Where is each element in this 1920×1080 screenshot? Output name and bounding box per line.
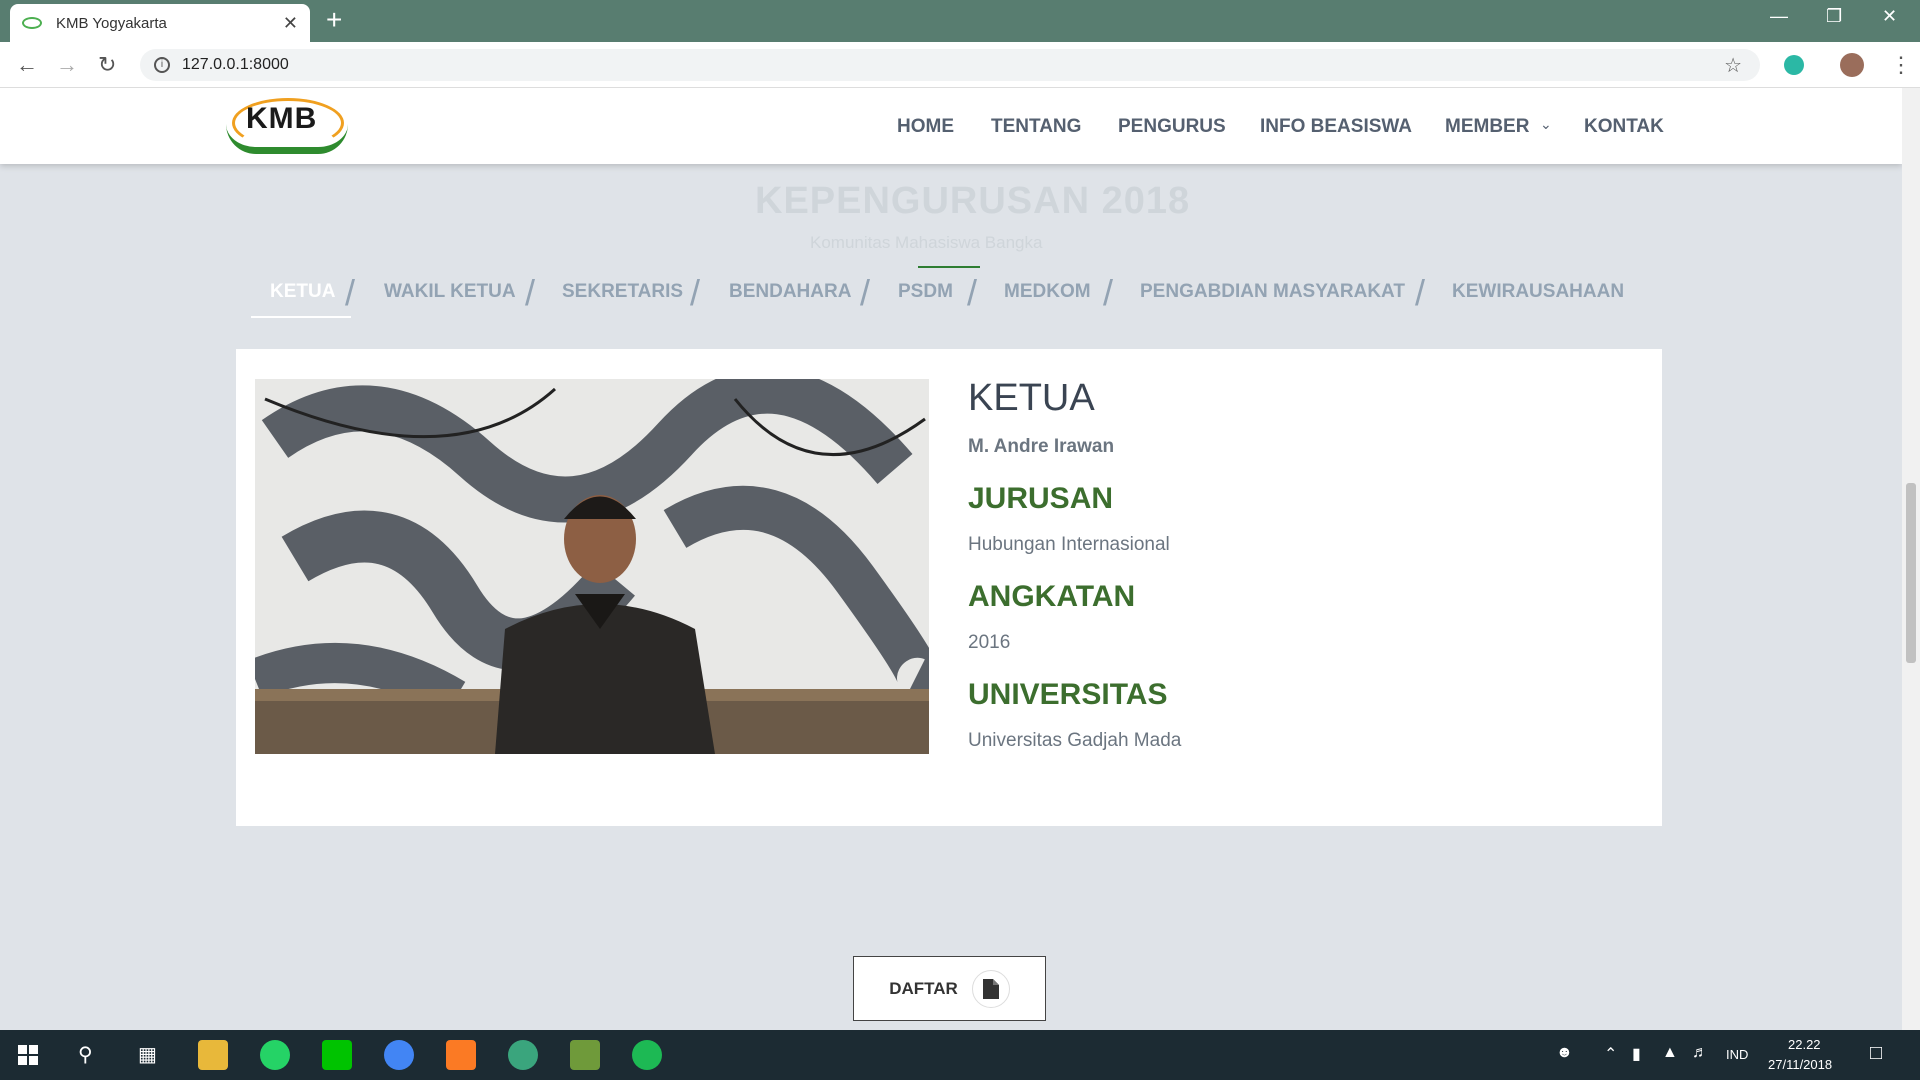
windows-taskbar: ⚲ ▦ ☻ ⌃ ▮ ▲ ♬ IND 22.22 27/11/2018 □: [0, 1030, 1920, 1080]
favicon-icon: [22, 17, 42, 29]
scrollbar-thumb[interactable]: [1906, 483, 1916, 663]
site-info-icon[interactable]: i: [154, 57, 170, 73]
chrome-icon[interactable]: [384, 1040, 414, 1070]
tab-title: KMB Yogyakarta: [56, 14, 167, 32]
tab-separator: /: [345, 272, 356, 313]
clock-time[interactable]: 22.22: [1788, 1037, 1821, 1052]
reload-icon[interactable]: ↻: [98, 52, 116, 78]
logo-text: KMB: [246, 102, 318, 135]
minimize-icon[interactable]: —: [1770, 6, 1788, 27]
whatsapp-icon[interactable]: [260, 1040, 290, 1070]
browser-tab[interactable]: KMB Yogyakarta ✕: [10, 4, 310, 42]
extension-icon[interactable]: [1784, 55, 1804, 75]
profile-info: KETUA M. Andre Irawan JURUSAN Hubungan I…: [968, 377, 1181, 752]
jurusan-label: JURUSAN: [968, 482, 1114, 515]
profile-name: M. Andre Irawan: [968, 436, 1115, 457]
notifications-icon[interactable]: □: [1870, 1042, 1882, 1065]
tab-separator: /: [525, 272, 536, 313]
close-tab-icon[interactable]: ✕: [283, 13, 298, 34]
new-tab-button[interactable]: +: [326, 6, 342, 34]
volume-icon[interactable]: ♬: [1692, 1044, 1708, 1062]
tab-separator: /: [967, 272, 978, 313]
daftar-button[interactable]: DAFTAR: [853, 956, 1046, 1021]
nav-member[interactable]: MEMBER: [1445, 116, 1529, 138]
profile-card: KETUA M. Andre Irawan JURUSAN Hubungan I…: [236, 349, 1662, 826]
nav-tentang[interactable]: TENTANG: [991, 116, 1081, 138]
restore-icon[interactable]: ❐: [1826, 6, 1842, 27]
angkatan-value: 2016: [968, 632, 1011, 653]
file-explorer-icon[interactable]: [198, 1040, 228, 1070]
tab-separator: /: [860, 272, 871, 313]
tab-pengabdian-masyarakat[interactable]: PENGABDIAN MASYARAKAT: [1140, 281, 1405, 303]
page-scrollbar[interactable]: [1902, 88, 1920, 1030]
position-tabs: KETUA / WAKIL KETUA / SEKRETARIS / BENDA…: [0, 266, 1902, 326]
nav-kontak[interactable]: KONTAK: [1584, 116, 1664, 138]
xampp-icon[interactable]: [446, 1040, 476, 1070]
section-subtitle: Komunitas Mahasiswa Bangka: [810, 233, 1043, 252]
line-icon[interactable]: [322, 1040, 352, 1070]
nav-info-beasiswa[interactable]: INFO BEASISWA: [1260, 116, 1412, 138]
task-view-icon[interactable]: ▦: [138, 1042, 157, 1067]
spotify-icon[interactable]: [632, 1040, 662, 1070]
url-text[interactable]: 127.0.0.1:8000: [182, 56, 289, 74]
profile-avatar[interactable]: [1840, 53, 1864, 77]
nav-pengurus[interactable]: PENGURUS: [1118, 116, 1226, 138]
chevron-down-icon[interactable]: ⌄: [1540, 116, 1552, 133]
jurusan-value: Hubungan Internasional: [968, 534, 1170, 555]
angkatan-label: ANGKATAN: [968, 580, 1136, 613]
language-indicator[interactable]: IND: [1726, 1047, 1748, 1062]
tab-wakil-ketua[interactable]: WAKIL KETUA: [384, 281, 516, 303]
search-icon[interactable]: ⚲: [78, 1042, 93, 1067]
daftar-label: DAFTAR: [889, 978, 958, 998]
active-tab-underline: [251, 316, 351, 318]
people-icon[interactable]: ☻: [1556, 1044, 1573, 1062]
clock-date[interactable]: 27/11/2018: [1768, 1057, 1832, 1072]
tab-separator: /: [1103, 272, 1114, 313]
section-title: KEPENGURUSAN 2018: [755, 180, 1191, 222]
tab-kewirausahaan[interactable]: KEWIRAUSAHAAN: [1452, 281, 1624, 303]
document-icon: [971, 969, 1010, 1008]
menu-kebab-icon[interactable]: ⋮: [1890, 52, 1912, 78]
nav-home[interactable]: HOME: [897, 116, 954, 138]
battery-icon[interactable]: ▮: [1632, 1044, 1641, 1064]
bookmark-star-icon[interactable]: ☆: [1724, 53, 1742, 78]
universitas-label: UNIVERSITAS: [968, 678, 1168, 711]
app-icon[interactable]: [570, 1040, 600, 1070]
tab-separator: /: [1415, 272, 1426, 313]
site-navbar: KMB HOME TENTANG PENGURUS INFO BEASISWA …: [0, 88, 1902, 164]
tab-psdm[interactable]: PSDM: [898, 281, 953, 303]
tab-separator: /: [690, 272, 701, 313]
profile-role: KETUA: [968, 377, 1095, 419]
url-field[interactable]: i 127.0.0.1:8000 ☆: [140, 49, 1760, 81]
tab-ketua[interactable]: KETUA: [270, 281, 335, 303]
forward-icon[interactable]: →: [56, 52, 78, 78]
page-viewport: KMB HOME TENTANG PENGURUS INFO BEASISWA …: [0, 88, 1902, 1030]
close-window-icon[interactable]: ✕: [1882, 6, 1897, 27]
address-bar: ← → ↻ i 127.0.0.1:8000 ☆ ⋮: [0, 42, 1920, 88]
tab-sekretaris[interactable]: SEKRETARIS: [562, 281, 683, 303]
photo-illustration: [255, 379, 929, 754]
back-icon[interactable]: ←: [16, 52, 38, 78]
kmb-logo[interactable]: KMB: [224, 94, 350, 158]
atom-icon[interactable]: [508, 1040, 538, 1070]
universitas-value: Universitas Gadjah Mada: [968, 730, 1182, 751]
windows-start-icon[interactable]: [18, 1045, 38, 1065]
tab-bendahara[interactable]: BENDAHARA: [729, 281, 851, 303]
profile-photo: [255, 379, 929, 754]
wifi-icon[interactable]: ▲: [1662, 1044, 1678, 1062]
browser-tabbar: KMB Yogyakarta ✕ + — ❐ ✕: [0, 0, 1920, 42]
tray-chevron-icon[interactable]: ⌃: [1604, 1044, 1617, 1064]
tab-medkom[interactable]: MEDKOM: [1004, 281, 1091, 303]
